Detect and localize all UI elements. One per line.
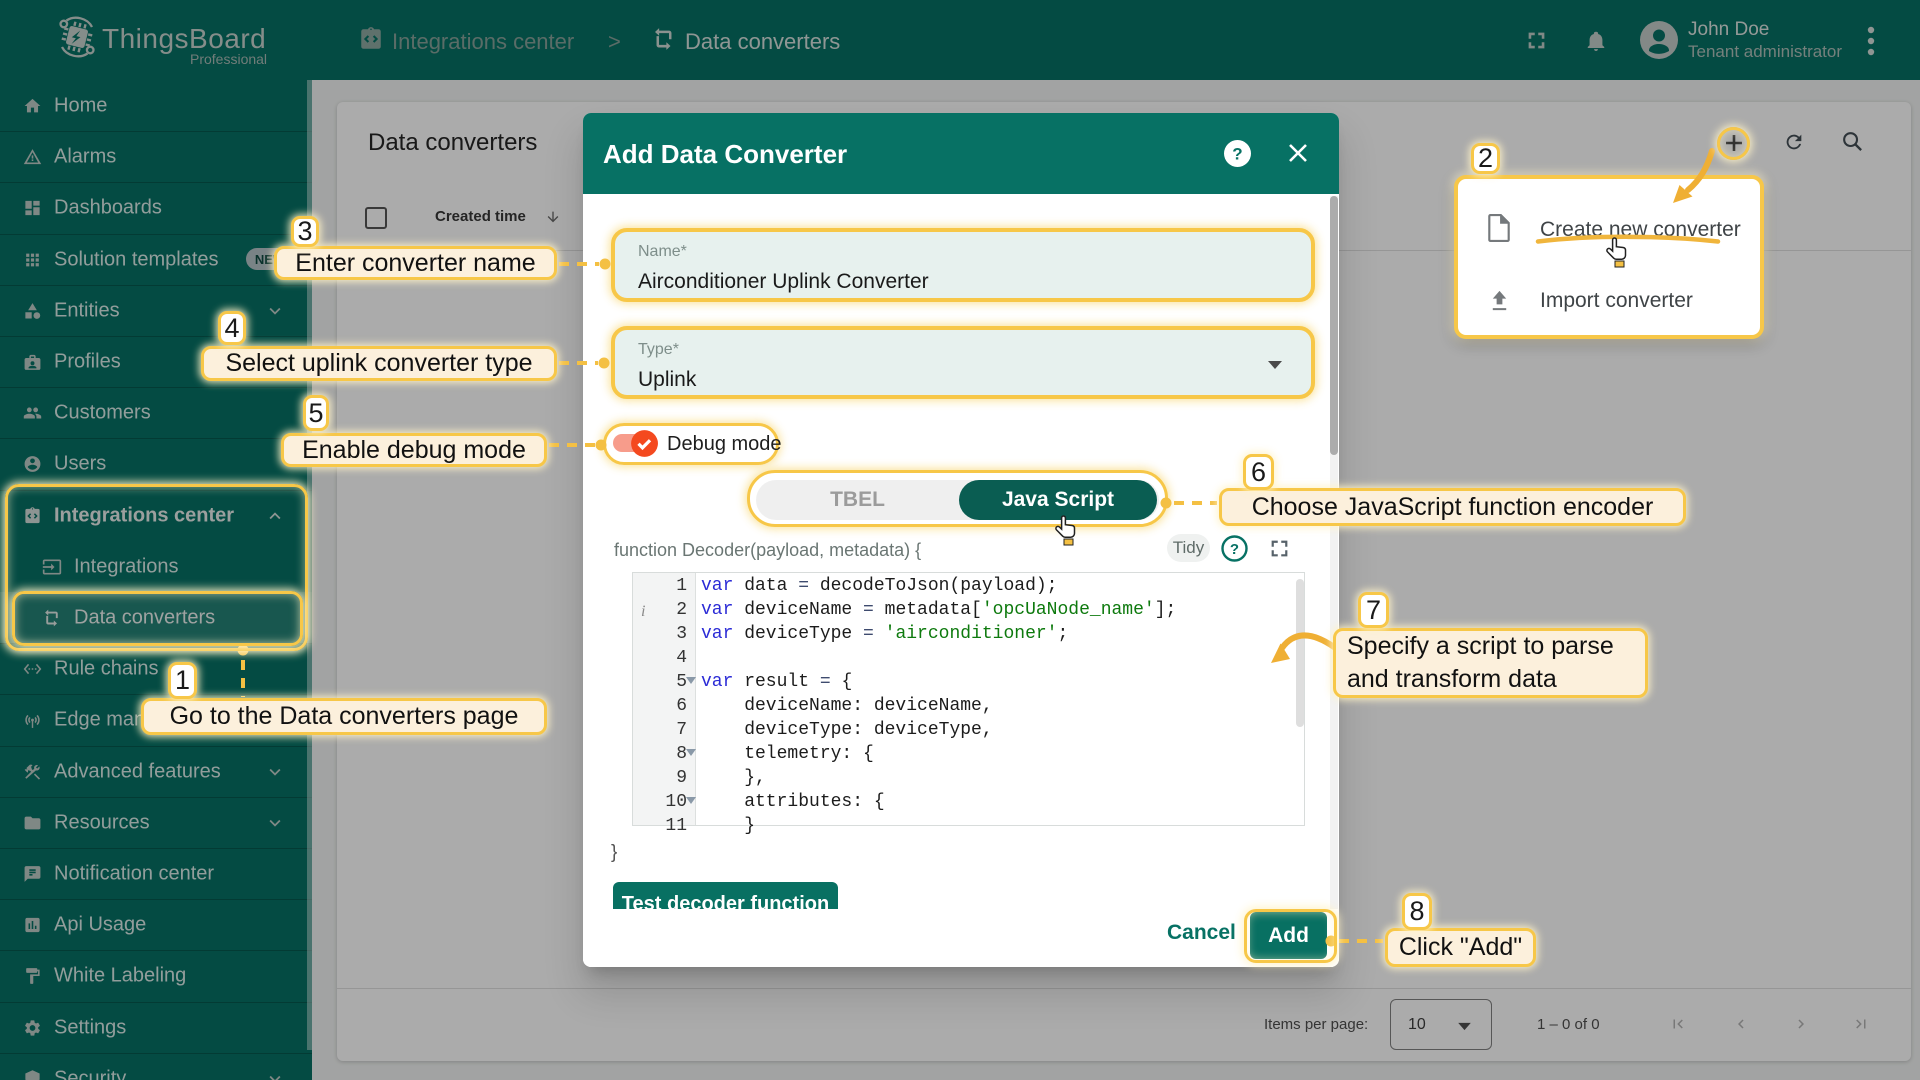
svg-text:?: ?: [1232, 145, 1242, 164]
svg-text:?: ?: [1230, 541, 1239, 558]
